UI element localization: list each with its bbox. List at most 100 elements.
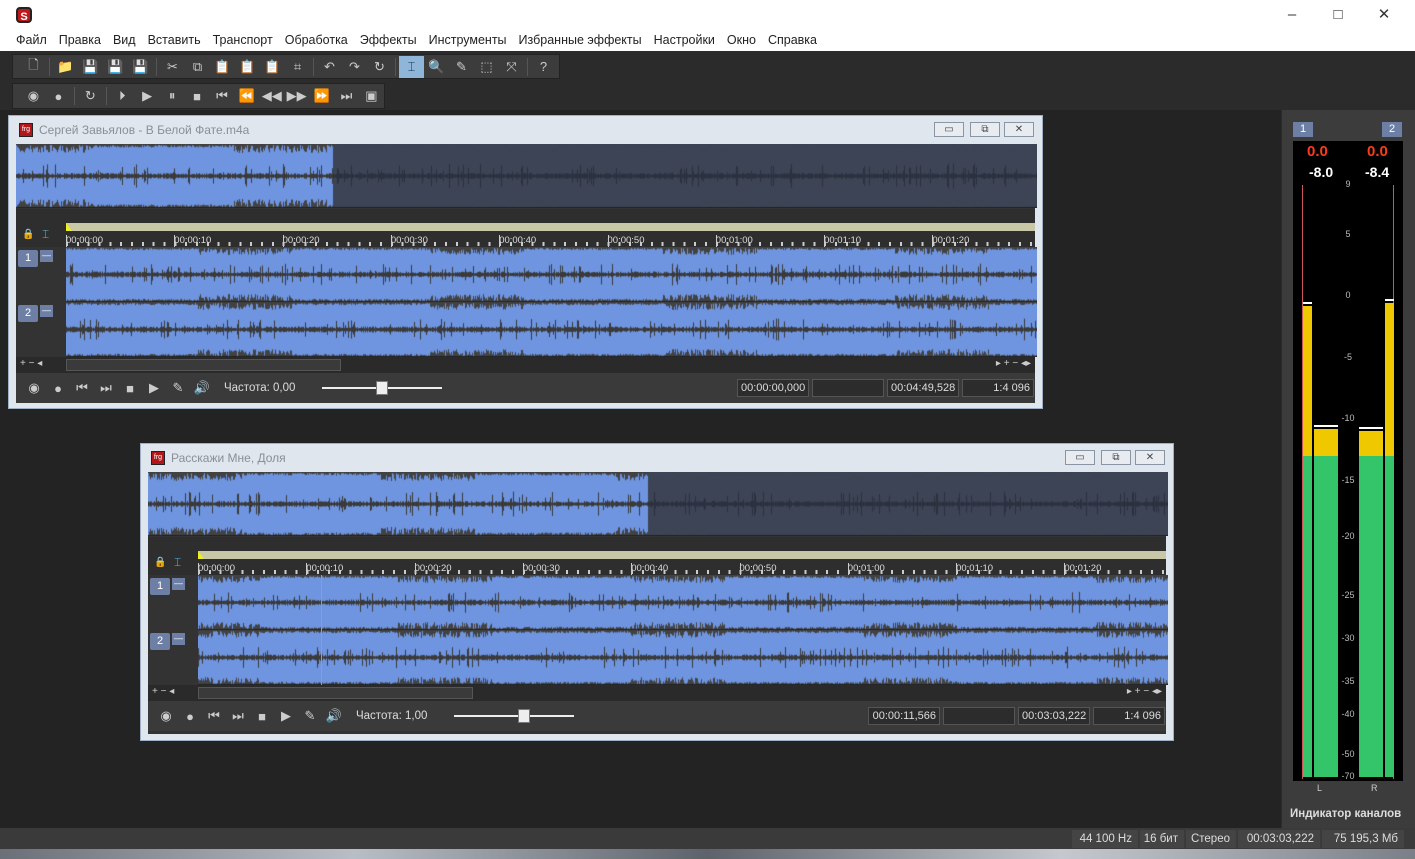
playhead-marker[interactable] (66, 223, 72, 231)
document-minimize-button[interactable]: ▭ (934, 122, 964, 137)
menu-item-5[interactable]: Обработка (279, 30, 354, 51)
snap-icon[interactable]: ⌶ (174, 555, 181, 570)
menu-item-10[interactable]: Окно (721, 30, 762, 51)
channel-minimize-button[interactable]: — (40, 250, 53, 262)
channel-2-button[interactable]: 2 (18, 305, 38, 322)
channel-minimize-button[interactable]: — (172, 578, 185, 590)
document-minimize-button[interactable]: ▭ (1065, 450, 1095, 465)
zoom-controls-left[interactable]: + − ◂ (20, 358, 42, 369)
channel-1-button[interactable]: 1 (150, 578, 170, 595)
record-icon[interactable]: ◉ (22, 380, 46, 396)
save-icon[interactable]: 💾 (78, 56, 103, 78)
channel-2-button[interactable]: 2 (150, 633, 170, 650)
menu-item-6[interactable]: Эффекты (354, 30, 423, 51)
horizontal-scrollbar[interactable]: + − ◂ ▸ + − ◂▸ (148, 685, 1166, 701)
channel-1-button[interactable]: 1 (18, 250, 38, 267)
lock-icon[interactable]: 🔒 (22, 229, 34, 240)
play-icon[interactable]: ▶ (274, 708, 298, 724)
rewind-icon[interactable]: ⏪ (234, 85, 259, 107)
cut-icon[interactable]: ✂ (160, 56, 185, 78)
close-button[interactable]: ✕ (1361, 0, 1407, 30)
mix-icon[interactable]: 📋 (260, 56, 285, 78)
go-end-icon[interactable]: ⏭ (226, 708, 250, 724)
document-close-button[interactable]: ✕ (1004, 122, 1034, 137)
zoom-controls-left[interactable]: + − ◂ (152, 686, 174, 697)
time-ruler[interactable]: 🔒 ⌶ 00:00:00 00:00:10 00:00:20 00:00:30 00:00:… (148, 537, 1166, 575)
edit-tool-icon[interactable]: ⌶ (399, 55, 424, 78)
cursor-position-field[interactable]: 00:00:11,566 (868, 707, 940, 725)
channel-minimize-button[interactable]: — (40, 305, 53, 317)
new-file-icon[interactable]: 🗋 (21, 56, 46, 78)
zoom-controls-right[interactable]: ▸ + − ◂▸ (996, 358, 1031, 369)
marker-bar[interactable] (198, 551, 1166, 559)
document-window[interactable]: frg Расскажи Мне, Доля ▭ ⧉ ✕ 🔒 ⌶ 00:00:00 00:00:… (140, 443, 1174, 741)
playback-rate-slider[interactable] (454, 709, 574, 723)
scrollbar-thumb[interactable] (198, 687, 473, 699)
meter-channel-2[interactable]: 2 (1382, 122, 1402, 137)
document-title-bar[interactable]: frg Сергей Завьялов - В Белой Фате.m4a ▭ ⧉ ✕ (9, 116, 1042, 144)
redo-icon[interactable]: ↷ (342, 56, 367, 78)
document-close-button[interactable]: ✕ (1135, 450, 1165, 465)
magnify-tool-icon[interactable]: 🔍 (424, 56, 449, 78)
forward-step-icon[interactable]: ▶▶ (284, 85, 309, 107)
undo-icon[interactable]: ↶ (317, 56, 342, 78)
stop-icon[interactable]: ■ (118, 381, 142, 396)
document-title-bar[interactable]: frg Расскажи Мне, Доля ▭ ⧉ ✕ (141, 444, 1173, 472)
menu-item-3[interactable]: Вставить (142, 30, 207, 51)
go-start-icon[interactable]: ⏮ (202, 708, 226, 724)
maximize-button[interactable]: □ (1315, 0, 1361, 30)
scrollbar-thumb[interactable] (66, 359, 341, 371)
go-start-icon[interactable]: ⏮ (209, 85, 234, 107)
selection-field[interactable] (812, 379, 884, 397)
go-end-icon[interactable]: ⏭ (94, 380, 118, 396)
menu-item-1[interactable]: Правка (53, 30, 107, 51)
record-circle-icon[interactable]: ● (178, 709, 202, 724)
stop-icon[interactable]: ■ (185, 85, 210, 107)
play-icon[interactable]: ▶ (135, 85, 160, 107)
paste-special-icon[interactable]: 📋 (235, 56, 260, 78)
repeat-icon[interactable]: ↻ (367, 56, 392, 78)
overview-waveform[interactable] (16, 144, 1037, 208)
loop-icon[interactable]: ↻ (78, 85, 103, 107)
document-window[interactable]: frg Сергей Завьялов - В Белой Фате.m4a ▭ ⧉ ✕… (8, 115, 1043, 409)
track-waveform[interactable] (66, 247, 1037, 357)
horizontal-scrollbar[interactable]: + − ◂ ▸ + − ◂▸ (16, 357, 1035, 373)
marker-bar[interactable] (66, 223, 1035, 231)
envelope-tool-icon[interactable]: ⤧ (499, 56, 524, 78)
record-icon[interactable]: ◉ (154, 708, 178, 724)
track-waveform[interactable] (198, 575, 1168, 685)
paste-icon[interactable]: 📋 (210, 56, 235, 78)
channel-minimize-button[interactable]: — (172, 633, 185, 645)
meter-channel-1[interactable]: 1 (1293, 122, 1313, 137)
save-as-icon[interactable]: 💾 (103, 56, 128, 78)
open-folder-icon[interactable]: 📁 (53, 56, 78, 78)
zoom-controls-right[interactable]: ▸ + − ◂▸ (1127, 686, 1162, 697)
pause-icon[interactable]: ⏸ (160, 85, 185, 107)
slider-thumb[interactable] (517, 709, 530, 723)
pencil-tool-icon[interactable]: ✎ (449, 56, 474, 78)
rewind-step-icon[interactable]: ◀◀ (259, 85, 284, 107)
menu-item-9[interactable]: Настройки (648, 30, 721, 51)
document-restore-button[interactable]: ⧉ (970, 122, 1000, 137)
stop-icon[interactable]: ■ (250, 709, 274, 724)
slider-thumb[interactable] (376, 381, 388, 395)
go-start-icon[interactable]: ⏮ (70, 380, 94, 396)
speaker-icon[interactable]: 🔊 (190, 380, 214, 396)
copy-icon[interactable]: ⧉ (185, 56, 210, 78)
menu-item-11[interactable]: Справка (762, 30, 823, 51)
document-restore-button[interactable]: ⧉ (1101, 450, 1131, 465)
time-ruler[interactable]: 🔒 ⌶ 00:00:00 00:00:10 00:00:20 00:00:30 00:00:… (16, 209, 1035, 247)
snap-icon[interactable]: ⌶ (42, 227, 49, 242)
record-circle-icon[interactable]: ● (46, 381, 70, 396)
zoom-ratio-field[interactable]: 1:4 096 (962, 379, 1034, 397)
menu-item-2[interactable]: Вид (107, 30, 142, 51)
menu-item-8[interactable]: Избранные эффекты (513, 30, 648, 51)
length-field[interactable]: 00:03:03,222 (1018, 707, 1090, 725)
selection-field[interactable] (943, 707, 1015, 725)
crop-icon[interactable]: ⌗ (285, 56, 310, 78)
cursor-line[interactable] (321, 575, 322, 685)
play-all-icon[interactable]: ⏵ (110, 85, 135, 107)
pencil-icon[interactable]: ✎ (166, 380, 190, 396)
zoom-ratio-field[interactable]: 1:4 096 (1093, 707, 1165, 725)
minimize-button[interactable]: – (1269, 0, 1315, 30)
